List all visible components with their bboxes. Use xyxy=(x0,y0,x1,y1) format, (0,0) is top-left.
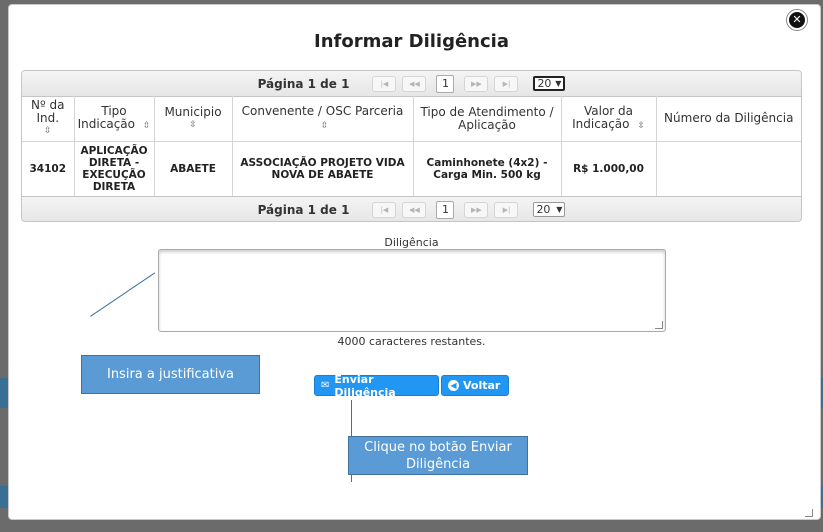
column-header-indicacao[interactable]: Nº da Ind. ⇳ xyxy=(22,96,75,142)
column-header-numero-diligencia: Número da Diligência xyxy=(656,96,801,142)
column-header-convenente[interactable]: Convenente / OSC Parceria ⇳ xyxy=(232,96,414,142)
column-header-atendimento[interactable]: Tipo de Atendimento / Aplicação xyxy=(413,96,562,142)
page-info: Página 1 de 1 xyxy=(257,76,350,91)
next-page-icon: ▶▶ xyxy=(471,205,482,214)
sort-icon: ⇳ xyxy=(43,126,52,136)
first-page-button[interactable]: |◀ xyxy=(372,75,397,92)
last-page-icon: ▶| xyxy=(502,205,511,214)
modal-resize-icon[interactable] xyxy=(805,509,813,517)
envelope-icon: ✉ xyxy=(321,380,330,391)
last-page-button[interactable]: ▶| xyxy=(494,75,519,92)
chevron-down-icon: ▼ xyxy=(555,79,562,88)
last-page-button[interactable]: ▶| xyxy=(494,201,519,218)
indications-table: Nº da Ind. ⇳ Tipo Indicação ⇳ Municipio … xyxy=(22,96,801,196)
callout-click-send-text: Clique no botão Enviar Diligência xyxy=(364,440,512,472)
back-label: Voltar xyxy=(463,379,501,392)
modal-title: Informar Diligência xyxy=(314,31,509,52)
next-page-button[interactable]: ▶▶ xyxy=(464,201,489,218)
prev-page-button[interactable]: ◀◀ xyxy=(402,201,427,218)
prev-page-button[interactable]: ◀◀ xyxy=(402,75,427,92)
diligence-textarea[interactable] xyxy=(158,249,666,332)
column-header-valor[interactable]: Valor da Indicação ⇳ xyxy=(561,96,657,142)
next-page-button[interactable]: ▶▶ xyxy=(464,75,489,92)
chars-remaining: 4000 caracteres restantes. xyxy=(337,335,486,348)
column-header-municipio[interactable]: Municipio ⇳ xyxy=(154,96,233,142)
cell-atendimento: Caminhonete (4x2) - Carga Min. 500 kg xyxy=(413,141,562,196)
column-header-tipo[interactable]: Tipo Indicação ⇳ xyxy=(74,96,155,142)
chevron-down-icon: ▼ xyxy=(556,205,563,214)
first-page-icon: |◀ xyxy=(380,79,389,88)
page-info: Página 1 de 1 xyxy=(257,202,350,217)
first-page-icon: |◀ xyxy=(380,205,389,214)
column-label: Municipio xyxy=(164,104,222,119)
table-header-row: Nº da Ind. ⇳ Tipo Indicação ⇳ Municipio … xyxy=(22,96,801,142)
column-label: Número da Diligência xyxy=(664,111,794,125)
callout-click-send: Clique no botão Enviar Diligência xyxy=(348,436,528,475)
back-button[interactable]: ◀ Voltar xyxy=(441,375,509,396)
page-size-value: 20 xyxy=(537,77,552,90)
indications-grid: Página 1 de 1 |◀ ◀◀ 1 ▶▶ ▶| 20 ▼ Nº da I… xyxy=(21,70,802,222)
resize-grip-icon[interactable] xyxy=(655,321,663,329)
page-size-select[interactable]: 20 ▼ xyxy=(533,202,566,217)
first-page-button[interactable]: |◀ xyxy=(372,201,397,218)
cell-tipo: APLICAÇÃO DIRETA - EXECUÇÃO DIRETA xyxy=(74,141,155,196)
close-circle-icon: ✕ xyxy=(789,12,805,28)
column-label: Convenente / OSC Parceria xyxy=(241,103,404,118)
cell-convenente: ASSOCIAÇÃO PROJETO VIDA NOVA DE ABAETE xyxy=(232,141,414,196)
cell-municipio: ABAETE xyxy=(154,141,233,196)
diligence-label: Diligência xyxy=(384,236,439,249)
page-size-value: 20 xyxy=(536,203,551,216)
sort-icon: ⇳ xyxy=(142,120,151,131)
pager-bottom: Página 1 de 1 |◀ ◀◀ 1 ▶▶ ▶| 20 ▼ xyxy=(22,196,801,221)
column-label: Nº da Ind. xyxy=(31,98,65,125)
sort-icon: ⇳ xyxy=(320,120,329,131)
callout-justify-text: Insira a justificativa xyxy=(106,367,234,382)
page-size-select[interactable]: 20 ▼ xyxy=(533,76,566,91)
column-label: Valor da Indicação xyxy=(572,103,634,131)
callout-justify: Insira a justificativa xyxy=(81,355,260,394)
send-diligence-button[interactable]: ✉ Enviar Diligência xyxy=(314,372,439,399)
sort-icon: ⇳ xyxy=(189,119,197,130)
current-page: 1 xyxy=(436,200,455,219)
table-row[interactable]: 34102 APLICAÇÃO DIRETA - EXECUÇÃO DIRETA… xyxy=(22,141,801,197)
cell-indicacao: 34102 xyxy=(22,141,75,196)
column-label: Tipo de Atendimento / Aplicação xyxy=(420,104,554,132)
cell-numero-diligencia xyxy=(656,142,801,197)
prev-page-icon: ◀◀ xyxy=(409,205,420,214)
prev-page-icon: ◀◀ xyxy=(409,79,420,88)
close-button[interactable]: ✕ xyxy=(786,9,808,31)
pager-top: Página 1 de 1 |◀ ◀◀ 1 ▶▶ ▶| 20 ▼ xyxy=(22,71,801,97)
cell-valor: R$ 1.000,00 xyxy=(561,141,657,196)
next-page-icon: ▶▶ xyxy=(471,79,482,88)
current-page: 1 xyxy=(436,74,455,93)
send-label: Enviar Diligência xyxy=(334,372,396,399)
arrow-left-circle-icon: ◀ xyxy=(448,380,459,391)
last-page-icon: ▶| xyxy=(502,79,511,88)
column-label: Tipo Indicação xyxy=(77,103,135,131)
sort-icon: ⇳ xyxy=(637,120,645,131)
